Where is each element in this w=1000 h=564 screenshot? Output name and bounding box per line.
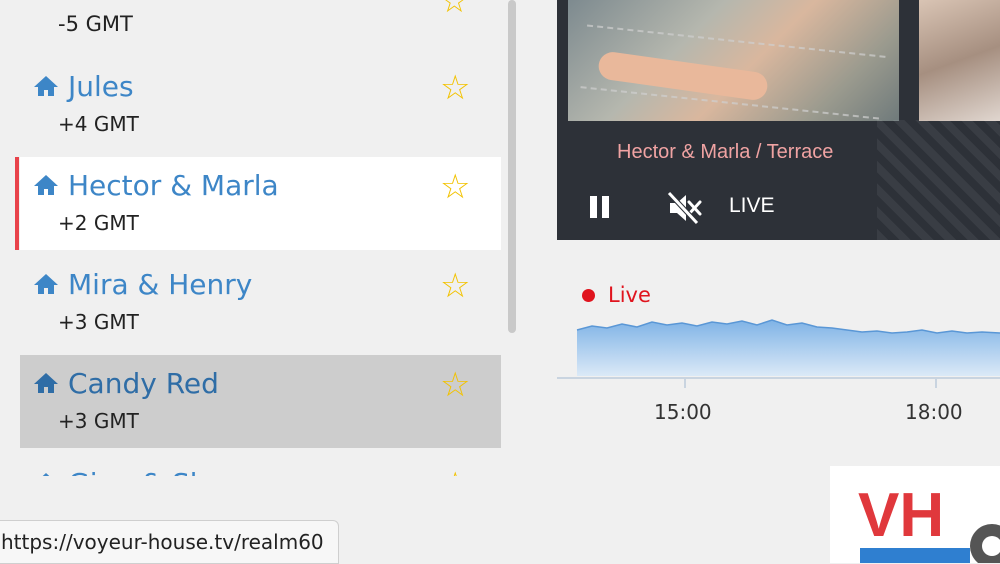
vhtv-logo-icon: VH xyxy=(858,481,1000,563)
room-item-partial[interactable]: Gina & Sky ☆ xyxy=(20,455,501,476)
room-timezone: +3 GMT xyxy=(58,310,139,334)
video-player[interactable]: Hector & Marla / Terrace LIVE xyxy=(557,0,1000,240)
room-item-mira-henry[interactable]: Mira & Henry +3 GMT ☆ xyxy=(20,256,501,349)
room-timezone: +4 GMT xyxy=(58,112,139,136)
pause-icon xyxy=(602,196,609,218)
home-icon xyxy=(34,175,58,195)
favorite-star-icon[interactable]: ☆ xyxy=(440,167,470,207)
camera-thumbnail[interactable] xyxy=(568,0,899,121)
room-name[interactable]: Hector & Marla xyxy=(68,169,279,202)
room-name[interactable]: Jules xyxy=(68,70,134,103)
sidebar-scrollbar[interactable] xyxy=(508,0,516,333)
decorative-pattern xyxy=(877,120,1000,240)
room-timezone: -5 GMT xyxy=(58,12,133,36)
svg-text:VH: VH xyxy=(858,481,944,550)
favorite-star-icon[interactable]: ☆ xyxy=(440,465,470,476)
room-name[interactable]: Mira & Henry xyxy=(68,268,252,301)
pause-icon xyxy=(590,196,597,218)
favorite-star-icon[interactable]: ☆ xyxy=(440,68,470,108)
favorite-star-icon[interactable]: ☆ xyxy=(440,365,470,405)
camera-thumbnail[interactable] xyxy=(919,0,1000,121)
stream-caption: Hector & Marla / Terrace xyxy=(617,141,834,163)
home-icon xyxy=(34,76,58,96)
axis-tick-label: 15:00 xyxy=(654,400,712,424)
pause-button[interactable] xyxy=(587,194,613,220)
room-timezone: +2 GMT xyxy=(58,211,139,235)
activity-chart: Live 15:00 18:00 xyxy=(557,270,1000,440)
room-name[interactable]: Candy Red xyxy=(68,367,219,400)
axis-tick-label: 18:00 xyxy=(905,400,963,424)
room-name[interactable]: Gina & Sky xyxy=(68,467,222,476)
room-item-jules[interactable]: Jules +4 GMT ☆ xyxy=(20,58,501,151)
home-icon xyxy=(34,373,58,393)
room-timezone: +3 GMT xyxy=(58,409,139,433)
favorite-star-icon[interactable]: ☆ xyxy=(440,266,470,306)
mute-icon[interactable] xyxy=(667,191,703,225)
room-item-candy-red[interactable]: Candy Red +3 GMT ☆ xyxy=(20,355,501,448)
room-item-hector-marla[interactable]: Hector & Marla +2 GMT ☆ xyxy=(15,157,501,250)
site-logo[interactable]: VH xyxy=(830,466,1000,563)
live-indicator: LIVE xyxy=(729,194,775,217)
favorite-star-icon[interactable]: ☆ xyxy=(440,0,469,20)
home-icon xyxy=(34,274,58,294)
room-list: -5 GMT ☆ Jules +4 GMT ☆ Hector & Marla +… xyxy=(0,0,510,476)
link-status-bar: https://voyeur-house.tv/realm60 xyxy=(0,520,339,564)
home-icon xyxy=(42,473,50,476)
